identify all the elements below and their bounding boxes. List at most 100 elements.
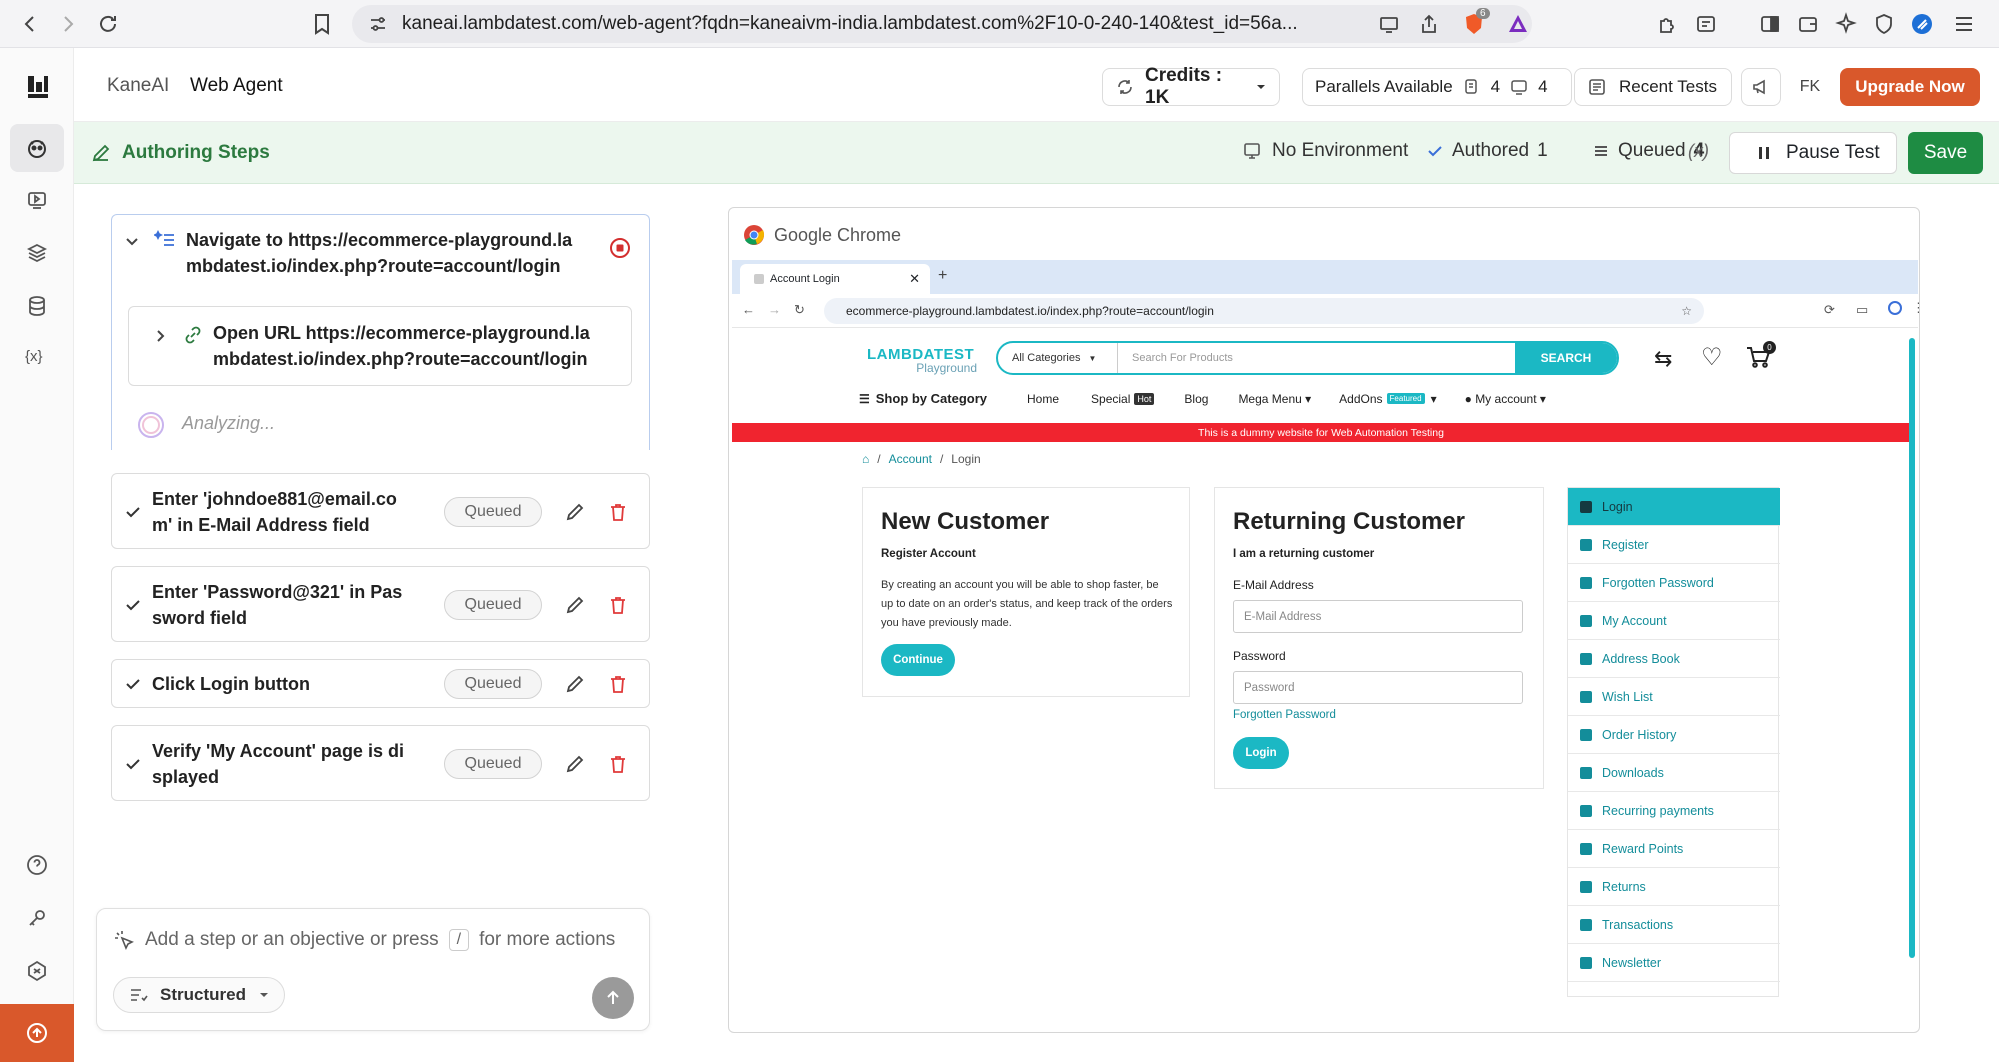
edit-icon[interactable] [564, 753, 586, 775]
side-link-register[interactable]: Register [1568, 526, 1780, 564]
extension-lambdatest-icon[interactable] [1910, 12, 1934, 36]
delete-icon[interactable] [607, 673, 629, 695]
menu-icon[interactable]: ⋮ [1912, 300, 1919, 316]
side-link-recurring-payments[interactable]: Recurring payments [1568, 792, 1780, 830]
nav-home[interactable]: Home [1027, 392, 1059, 406]
side-link-order-history[interactable]: Order History [1568, 716, 1780, 754]
mode-dropdown[interactable]: Structured [113, 977, 285, 1013]
edit-icon[interactable] [564, 673, 586, 695]
forward-icon[interactable]: → [768, 302, 781, 317]
side-link-downloads[interactable]: Downloads [1568, 754, 1780, 792]
back-icon[interactable] [18, 12, 42, 36]
side-link-my-account[interactable]: My Account [1568, 602, 1780, 640]
delete-icon[interactable] [607, 501, 629, 523]
delete-icon[interactable] [607, 753, 629, 775]
remote-address-bar[interactable]: ecommerce-playground.lambdatest.io/index… [824, 298, 1704, 324]
leo-ai-icon[interactable] [1834, 12, 1858, 36]
chevron-down-icon[interactable] [124, 233, 140, 249]
reload-icon[interactable] [96, 12, 120, 36]
browser-menu-icon[interactable] [1952, 12, 1976, 36]
side-link-forgotten-password[interactable]: Forgotten Password [1568, 564, 1780, 602]
back-icon[interactable]: ← [742, 302, 755, 317]
breadcrumb-root[interactable]: KaneAI [107, 75, 169, 97]
profile-icon[interactable] [1888, 301, 1902, 315]
side-link-address-book[interactable]: Address Book [1568, 640, 1780, 678]
variables-icon[interactable]: {x} [25, 348, 49, 372]
site-logo[interactable]: LAMBDATEST Playground [867, 346, 977, 375]
queued-step-1[interactable]: Enter 'johndoe881@email.co m' in E-Mail A… [111, 473, 650, 549]
breadcrumb-account[interactable]: Account [889, 452, 932, 466]
step-input[interactable]: Add a step or an objective or press / fo… [145, 929, 615, 951]
vpn-icon[interactable] [1872, 12, 1896, 36]
forward-icon[interactable] [56, 12, 80, 36]
bookmark-icon[interactable] [310, 12, 334, 36]
web-agent-icon[interactable] [25, 136, 49, 160]
remote-tab[interactable]: Account Login ✕ [740, 264, 930, 294]
login-button[interactable]: Login [1233, 737, 1289, 769]
site-search-button[interactable]: SEARCH [1515, 343, 1617, 373]
nav-special[interactable]: Special [1091, 392, 1130, 406]
database-icon[interactable] [25, 294, 49, 318]
parallels-indicator[interactable]: Parallels Available 4 4 [1302, 68, 1572, 106]
key-icon[interactable] [25, 906, 49, 930]
chevron-right-icon[interactable] [153, 329, 167, 343]
video-icon[interactable] [25, 188, 49, 212]
step-input-box[interactable]: Add a step or an objective or press / fo… [96, 908, 650, 1031]
edit-icon[interactable] [564, 594, 586, 616]
cast-icon[interactable] [1378, 13, 1400, 35]
credits-dropdown[interactable]: Credits : 1K [1102, 65, 1280, 108]
sidebar-toggle-icon[interactable] [1758, 12, 1782, 36]
brave-shield-icon[interactable]: 6 [1462, 8, 1490, 36]
recent-tests-button[interactable]: Recent Tests [1574, 68, 1732, 106]
nav-addons[interactable]: AddOns [1339, 392, 1382, 406]
email-field[interactable]: E-Mail Address [1233, 600, 1523, 633]
pause-test-button[interactable]: Pause Test [1729, 132, 1897, 174]
queued-step-2[interactable]: Enter 'Password@321' in Pas sword field Q… [111, 566, 650, 642]
side-link-reward-points[interactable]: Reward Points [1568, 830, 1780, 868]
active-step-card[interactable]: Navigate to https://ecommerce-playground… [111, 214, 650, 450]
side-link-newsletter[interactable]: Newsletter [1568, 944, 1780, 982]
send-button[interactable] [592, 977, 634, 1019]
continue-button[interactable]: Continue [881, 644, 955, 676]
environment-selector[interactable]: No Environment [1242, 140, 1408, 162]
password-field[interactable]: Password [1233, 671, 1523, 704]
compare-icon[interactable]: ⇆ [1654, 346, 1672, 372]
category-select[interactable]: All Categories ▼ [998, 343, 1118, 373]
nav-blog[interactable]: Blog [1184, 392, 1208, 406]
variables-button[interactable]: (x) [1688, 141, 1709, 162]
wishlist-heart-icon[interactable]: ♡ [1701, 343, 1723, 372]
address-bar[interactable]: kaneai.lambdatest.com/web-agent?fqdn=kan… [352, 5, 1532, 43]
stop-recording-icon[interactable] [609, 237, 631, 259]
rewards-icon[interactable] [1506, 12, 1530, 36]
share-icon[interactable] [1418, 13, 1440, 35]
reader-icon[interactable] [1694, 12, 1718, 36]
side-link-transactions[interactable]: Transactions [1568, 906, 1780, 944]
site-search-input[interactable]: Search For Products [1118, 343, 1515, 373]
reload-icon[interactable]: ↻ [794, 302, 805, 318]
cast-icon[interactable]: ▭ [1856, 302, 1868, 318]
star-icon[interactable]: ☆ [1681, 304, 1692, 318]
help-icon[interactable] [25, 853, 49, 877]
home-icon[interactable]: ⌂ [862, 452, 869, 466]
extensions-icon[interactable] [1656, 12, 1680, 36]
queued-step-3[interactable]: Click Login button Queued [111, 659, 650, 708]
delete-icon[interactable] [607, 594, 629, 616]
side-link-wish-list[interactable]: Wish List [1568, 678, 1780, 716]
extension-icon[interactable]: ⟳ [1824, 302, 1835, 318]
wallet-icon[interactable] [1796, 12, 1820, 36]
close-tab-icon[interactable]: ✕ [909, 271, 920, 287]
forgotten-password-link[interactable]: Forgotten Password [1233, 709, 1336, 721]
nav-my-account[interactable]: ● My account ▾ [1465, 392, 1546, 406]
queued-step-4[interactable]: Verify 'My Account' page is di splayed Qu… [111, 725, 650, 801]
lambdatest-logo-icon[interactable] [25, 74, 49, 98]
site-scrollbar[interactable] [1909, 338, 1915, 958]
side-link-login[interactable]: Login [1568, 488, 1780, 526]
side-link-returns[interactable]: Returns [1568, 868, 1780, 906]
nav-mega-menu[interactable]: Mega Menu ▾ [1238, 392, 1311, 406]
avatar[interactable]: FK [1791, 68, 1829, 106]
sub-step-card[interactable]: Open URL https://ecommerce-playground.la… [128, 306, 632, 386]
new-tab-icon[interactable]: + [938, 267, 947, 285]
upgrade-now-button[interactable]: Upgrade Now [1840, 68, 1980, 106]
layers-icon[interactable] [25, 241, 49, 265]
edit-icon[interactable] [564, 501, 586, 523]
